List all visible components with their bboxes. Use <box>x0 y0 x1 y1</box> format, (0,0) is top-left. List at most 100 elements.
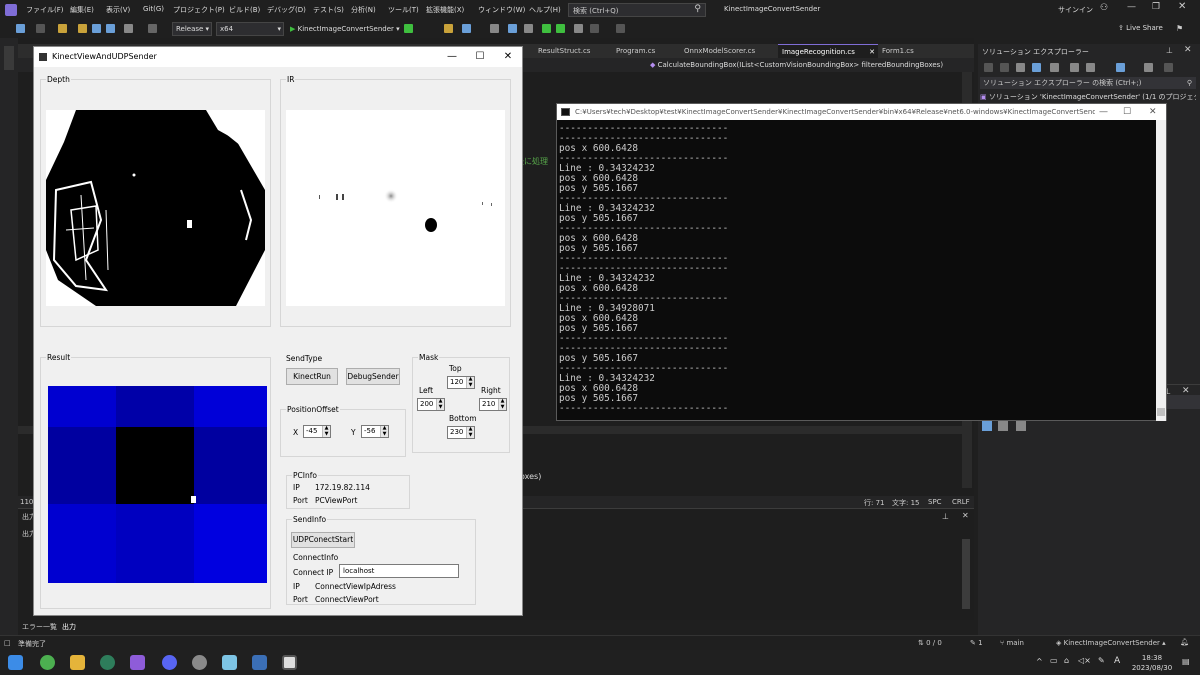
toolbar-tool-icon[interactable] <box>556 24 565 33</box>
pin-icon[interactable]: ⊥ <box>942 512 949 521</box>
categorized-icon[interactable] <box>982 421 992 431</box>
changes-status[interactable]: ⇅ 0 / 0 <box>918 639 942 647</box>
bookmark-icon[interactable] <box>574 24 583 33</box>
tab-form1[interactable]: Form1.cs <box>878 44 918 58</box>
kinect-run-button[interactable]: KinectRun <box>286 368 338 385</box>
search-box[interactable]: 検索 (Ctrl+Q) ⚲ <box>568 3 706 17</box>
tab-output[interactable]: 出力 <box>62 622 76 632</box>
maximize-icon[interactable]: ☐ <box>466 47 494 67</box>
spin-arrows-icon[interactable]: ▲ ▼ <box>436 398 444 410</box>
spin-arrows-icon[interactable]: ▲ ▼ <box>498 398 506 410</box>
start-menu-icon[interactable] <box>8 655 23 670</box>
close-tab-icon[interactable]: ✕ <box>869 45 875 59</box>
platform-select[interactable]: x64 ▾ <box>216 22 284 36</box>
pen-icon[interactable]: ✎ <box>1098 656 1105 665</box>
menu-extensions[interactable]: 拡張機能(X) <box>426 5 464 15</box>
save-icon[interactable] <box>92 24 101 33</box>
collapse-icon[interactable] <box>1086 63 1095 72</box>
properties-icon[interactable] <box>1144 63 1153 72</box>
menu-file[interactable]: ファイル(F) <box>26 5 64 15</box>
new-item-icon[interactable] <box>58 24 67 33</box>
zoom-level[interactable]: 110 <box>20 498 33 506</box>
alphabetical-icon[interactable] <box>998 421 1008 431</box>
app-icon[interactable] <box>222 655 237 670</box>
menu-edit[interactable]: 編集(E) <box>70 5 94 15</box>
open-folder-icon[interactable] <box>78 24 87 33</box>
solution-root-item[interactable]: ▣ ソリューション 'KinectImageConvertSender' (1/… <box>980 91 1196 103</box>
scroll-thumb[interactable] <box>1157 408 1165 416</box>
start-button[interactable]: ▶ KinectImageConvertSender ▾ <box>290 22 400 36</box>
close-icon[interactable]: ✕ <box>1149 104 1157 120</box>
app-icon[interactable] <box>100 655 115 670</box>
account-icon[interactable]: ⚇ <box>1100 3 1108 13</box>
offset-y-input[interactable]: -56 ▲ ▼ <box>361 425 389 438</box>
menu-analyze[interactable]: 分析(N) <box>351 5 376 15</box>
spin-arrows-icon[interactable]: ▲ ▼ <box>380 425 388 437</box>
tray-icon[interactable]: ▭ <box>1050 656 1058 665</box>
minimize-icon[interactable]: — <box>1099 104 1108 120</box>
maximize-icon[interactable]: ☐ <box>1123 104 1131 120</box>
start-without-debug-icon[interactable] <box>404 24 413 33</box>
tab-program[interactable]: Program.cs <box>612 44 659 58</box>
spin-arrows-icon[interactable]: ▲ ▼ <box>322 425 330 437</box>
tab-error-list[interactable]: エラー一覧 <box>22 622 57 632</box>
mask-left-input[interactable]: 200 ▲ ▼ <box>417 398 445 411</box>
property-pages-icon[interactable] <box>1016 421 1026 431</box>
offset-x-input[interactable]: -45 ▲ ▼ <box>303 425 331 438</box>
menu-git[interactable]: Git(G) <box>143 5 164 13</box>
tab-imagerecognition[interactable]: ImageRecognition.cs ✕ <box>778 44 878 58</box>
save-all-icon[interactable] <box>106 24 115 33</box>
show-all-files-icon[interactable] <box>1116 63 1125 72</box>
commits-status[interactable]: ✎ 1 <box>970 639 983 647</box>
solution-search-input[interactable]: ソリューション エクスプローラー の検索 (Ctrl+;) ⚲ <box>980 77 1196 89</box>
configuration-select[interactable]: Release ▾ <box>172 22 212 36</box>
console-scrollbar[interactable] <box>1156 120 1166 421</box>
menu-test[interactable]: テスト(S) <box>313 5 344 15</box>
close-icon[interactable]: ✕ <box>1184 45 1192 55</box>
toolbar-tool-icon[interactable] <box>490 24 499 33</box>
repo-status[interactable]: ◈ KinectImageConvertSender ▴ <box>1056 639 1166 647</box>
menu-view[interactable]: 表示(V) <box>106 5 130 15</box>
line-ending[interactable]: CRLF <box>952 498 970 506</box>
menu-help[interactable]: ヘルプ(H) <box>529 5 561 15</box>
close-icon[interactable]: ✕ <box>1178 1 1186 12</box>
menu-window[interactable]: ウィンドウ(W) <box>478 5 525 15</box>
toolbox-tab[interactable] <box>4 46 14 70</box>
restore-icon[interactable]: ❐ <box>1152 2 1160 12</box>
branch-status[interactable]: ⑂ main <box>1000 639 1024 647</box>
mask-right-input[interactable]: 210 ▲ ▼ <box>479 398 507 411</box>
clock-time[interactable]: 18:38 <box>1132 654 1172 662</box>
tab-resultstruct[interactable]: ResultStruct.cs <box>534 44 594 58</box>
mask-top-input[interactable]: 120 ▲ ▼ <box>447 376 475 389</box>
switch-view-icon[interactable] <box>1032 63 1041 72</box>
sync-icon[interactable] <box>1070 63 1079 72</box>
menu-project[interactable]: プロジェクト(P) <box>173 5 225 15</box>
signin-link[interactable]: サインイン <box>1058 5 1093 15</box>
network-icon[interactable]: ⌂ <box>1064 656 1069 665</box>
pin-icon[interactable]: ⊥ <box>1166 46 1173 55</box>
spin-arrows-icon[interactable]: ▲ ▼ <box>466 426 474 438</box>
tray-chevron-icon[interactable]: ^ <box>1036 657 1043 666</box>
visual-studio-icon[interactable] <box>130 655 145 670</box>
close-icon[interactable]: ✕ <box>494 47 522 67</box>
minimize-icon[interactable]: — <box>438 47 466 67</box>
home-icon[interactable] <box>1016 63 1025 72</box>
toolbar-tool-icon[interactable] <box>542 24 551 33</box>
debug-sender-button[interactable]: DebugSender <box>346 368 400 385</box>
undo-icon[interactable] <box>124 24 133 33</box>
clock-date[interactable]: 2023/08/30 <box>1128 664 1176 672</box>
discord-icon[interactable] <box>162 655 177 670</box>
app-icon[interactable] <box>252 655 267 670</box>
back-icon[interactable] <box>984 63 993 72</box>
toolbar-tool-icon[interactable] <box>524 24 533 33</box>
member-dropdown[interactable]: ◆ CalculateBoundingBox(IList<CustomVisio… <box>650 59 960 71</box>
file-explorer-icon[interactable] <box>70 655 85 670</box>
menu-tools[interactable]: ツール(T) <box>388 5 419 15</box>
minimize-icon[interactable]: — <box>1127 2 1136 12</box>
output-scrollbar[interactable] <box>962 539 970 609</box>
active-app-icon[interactable] <box>282 655 297 670</box>
spin-arrows-icon[interactable]: ▲ ▼ <box>466 376 474 388</box>
live-share-button[interactable]: ⇪ Live Share <box>1118 24 1163 32</box>
bookmark-icon[interactable] <box>616 24 625 33</box>
toolbar-tool-icon[interactable] <box>462 24 471 33</box>
